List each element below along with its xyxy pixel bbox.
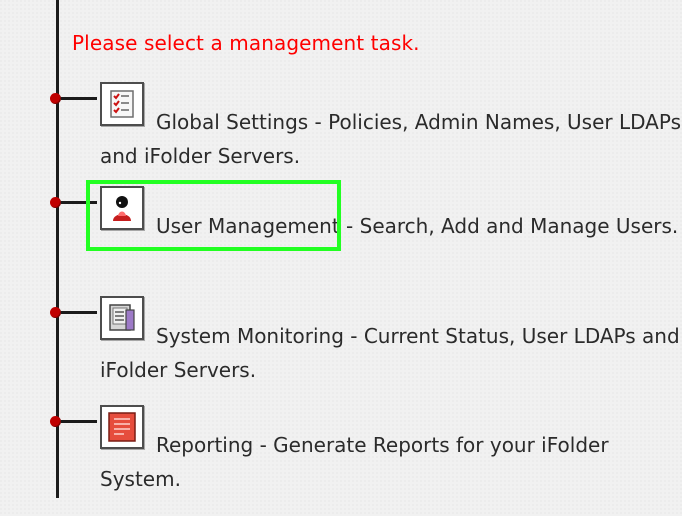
- task-link-reporting[interactable]: Reporting - Generate Reports for your iF…: [100, 433, 609, 491]
- page-prompt: Please select a management task.: [72, 31, 420, 55]
- task-user-management: User Management - Search, Add and Manage…: [50, 186, 680, 296]
- task-link-user-management[interactable]: User Management - Search, Add and Manage…: [156, 214, 678, 238]
- page-canvas: Please select a management task. Global …: [0, 0, 682, 516]
- task-reporting: Reporting - Generate Reports for your iF…: [50, 405, 680, 515]
- timeline-dot: [50, 93, 61, 104]
- task-global-settings: Global Settings - Policies, Admin Names,…: [50, 82, 681, 192]
- timeline-dot: [50, 197, 61, 208]
- task-link-global-settings[interactable]: Global Settings - Policies, Admin Names,…: [100, 110, 681, 168]
- task-link-system-monitoring[interactable]: System Monitoring - Current Status, User…: [100, 324, 680, 382]
- timeline-connector: [61, 420, 97, 423]
- timeline-dot: [50, 416, 61, 427]
- timeline-dot: [50, 307, 61, 318]
- timeline-connector: [61, 97, 97, 100]
- task-system-monitoring: System Monitoring - Current Status, User…: [50, 296, 680, 406]
- timeline-connector: [61, 201, 97, 204]
- timeline-connector: [61, 311, 97, 314]
